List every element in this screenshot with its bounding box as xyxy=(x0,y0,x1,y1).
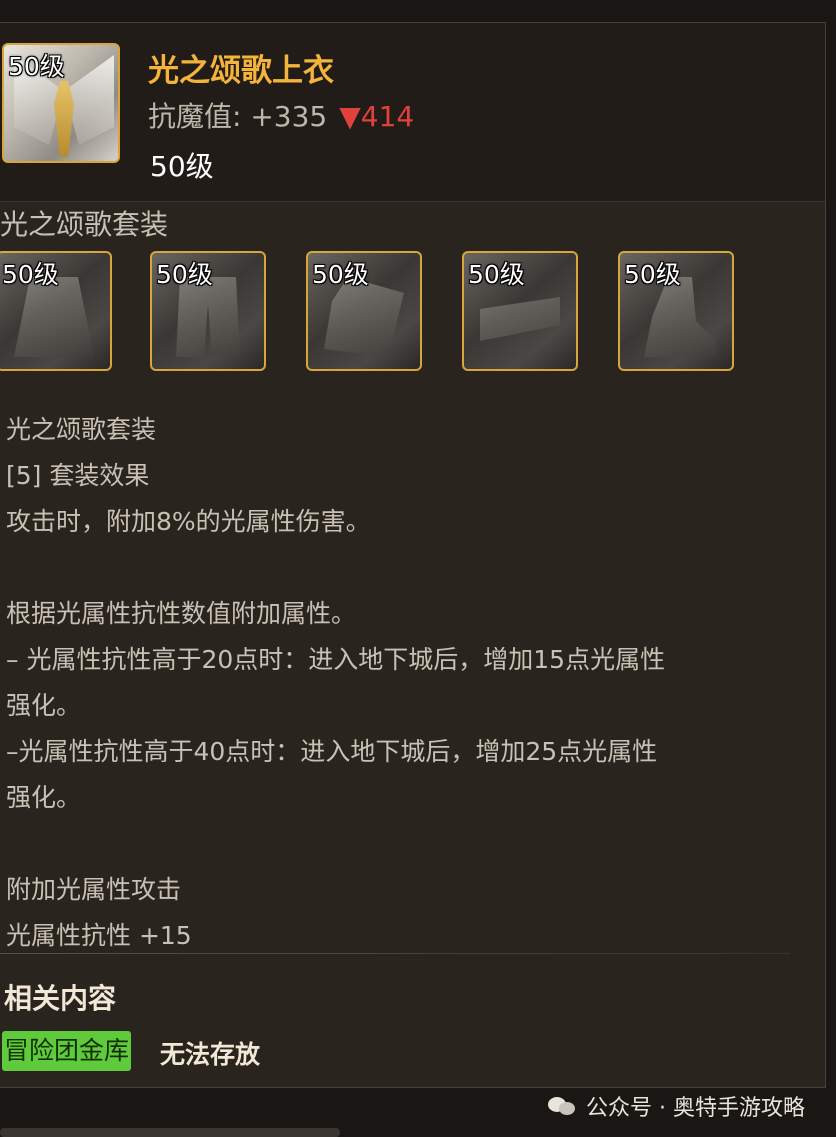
set-pieces-row: 50级 50级 50级 50级 50级 xyxy=(0,251,760,375)
stat-compare: ▼414 xyxy=(339,100,415,133)
desc-line: 强化。 xyxy=(6,691,82,720)
watermark: 公众号 · 奥特手游攻略 xyxy=(548,1090,805,1122)
set-piece-level: 50级 xyxy=(156,260,213,289)
watermark-text: 公众号 · 奥特手游攻略 xyxy=(586,1096,805,1121)
section-divider xyxy=(0,953,790,954)
item-name: 光之颂歌上衣 xyxy=(148,53,334,89)
desc-line xyxy=(6,545,806,591)
desc-line: 强化。 xyxy=(6,783,82,812)
desc-line: – 光属性抗性高于20点时：进入地下城后，增加15点光属性 xyxy=(6,645,666,674)
shoes-icon[interactable]: 50级 xyxy=(618,251,734,371)
desc-line: –光属性抗性高于40点时：进入地下城后，增加25点光属性 xyxy=(6,737,658,766)
desc-line xyxy=(6,821,806,867)
magic-defense-stat: 抗魔值: +335 ▼414 xyxy=(148,95,414,135)
adventure-vault-tag: 冒险团金库 xyxy=(2,1031,132,1071)
belt-icon[interactable]: 50级 xyxy=(462,251,578,371)
set-piece-level: 50级 xyxy=(624,260,681,289)
stat-value: +335 xyxy=(250,100,328,133)
scrollbar[interactable] xyxy=(0,1128,340,1137)
coat-icon[interactable]: 50级 xyxy=(0,251,112,371)
shoulder-icon[interactable]: 50级 xyxy=(306,251,422,371)
item-header: 50级 光之颂歌上衣 抗魔值: +335 ▼414 50级 xyxy=(0,23,825,202)
desc-line: 附加光属性攻击 xyxy=(6,875,182,904)
desc-line: 根据光属性抗性数值附加属性。 xyxy=(6,599,357,628)
set-title: 光之颂歌套装 xyxy=(0,208,169,241)
set-piece-level: 50级 xyxy=(2,260,59,289)
item-icon-level: 50级 xyxy=(8,52,65,81)
desc-line: 攻击时，附加8%的光属性伤害。 xyxy=(6,507,371,536)
set-effect-description: 光之颂歌套装 [5] 套装效果 攻击时，附加8%的光属性伤害。 根据光属性抗性数… xyxy=(6,407,806,959)
wechat-icon xyxy=(548,1095,578,1117)
set-piece-level: 50级 xyxy=(468,260,525,289)
vault-status-text: 无法存放 xyxy=(160,1040,261,1069)
jacket-icon[interactable]: 50级 xyxy=(2,43,120,163)
item-tooltip-panel: 50级 光之颂歌上衣 抗魔值: +335 ▼414 50级 光之颂歌套装 50级 … xyxy=(0,22,826,1088)
desc-line: [5] 套装效果 xyxy=(6,461,150,490)
stat-label: 抗魔值: xyxy=(148,100,242,133)
related-content-title: 相关内容 xyxy=(4,982,117,1015)
desc-line: 光之颂歌套装 xyxy=(6,415,157,444)
item-level: 50级 xyxy=(150,150,214,183)
pants-icon[interactable]: 50级 xyxy=(150,251,266,371)
set-piece-level: 50级 xyxy=(312,260,369,289)
